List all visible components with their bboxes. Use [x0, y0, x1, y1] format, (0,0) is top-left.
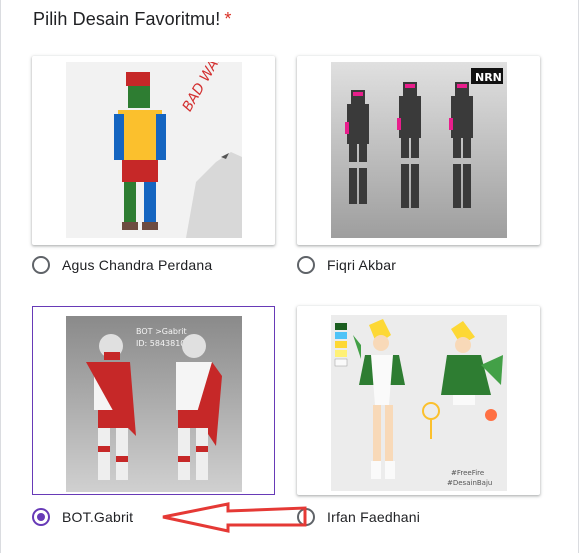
option-radio-row[interactable]: Irfan Faedhani	[297, 507, 420, 527]
question-title: Pilih Desain Favoritmu! *	[33, 9, 231, 30]
design-image-nrn: NRN	[330, 62, 507, 238]
svg-text:#DesainBaju: #DesainBaju	[447, 479, 492, 487]
radio-button-selected[interactable]	[32, 508, 50, 526]
design-image-bot-gabrit: BOT >Gabrit ID: 584381068	[65, 316, 242, 492]
svg-text:NRN: NRN	[475, 71, 502, 84]
radio-button[interactable]	[297, 256, 315, 274]
option-image-card[interactable]: #FreeFire #DesainBaju	[297, 306, 540, 495]
radio-button[interactable]	[32, 256, 50, 274]
design-image-irfan: #FreeFire #DesainBaju	[330, 315, 507, 491]
svg-text:#FreeFire: #FreeFire	[451, 469, 484, 477]
option-image: BAD WARRIOR	[65, 62, 242, 238]
option-radio-row[interactable]: Fiqri Akbar	[297, 255, 396, 275]
option-radio-row[interactable]: BOT.Gabrit	[32, 507, 133, 527]
question-text: Pilih Desain Favoritmu!	[33, 9, 221, 29]
option-image-card[interactable]: NRN	[297, 56, 540, 245]
design-image-bad-warrior: BAD WARRIOR	[65, 62, 242, 238]
svg-text:BOT >Gabrit: BOT >Gabrit	[136, 327, 187, 336]
required-marker: *	[224, 9, 232, 29]
option-radio-row[interactable]: Agus Chandra Perdana	[32, 255, 212, 275]
option-image: NRN	[330, 62, 507, 238]
radio-button[interactable]	[297, 508, 315, 526]
option-image-card[interactable]: BAD WARRIOR	[32, 56, 275, 245]
option-label: BOT.Gabrit	[62, 509, 134, 525]
option-label: Fiqri Akbar	[327, 257, 397, 273]
option-image-card[interactable]: BOT >Gabrit ID: 584381068	[32, 306, 275, 495]
option-image: #FreeFire #DesainBaju	[330, 315, 507, 491]
option-label: Agus Chandra Perdana	[62, 257, 213, 273]
option-label: Irfan Faedhani	[327, 509, 421, 525]
option-image: BOT >Gabrit ID: 584381068	[65, 316, 242, 492]
